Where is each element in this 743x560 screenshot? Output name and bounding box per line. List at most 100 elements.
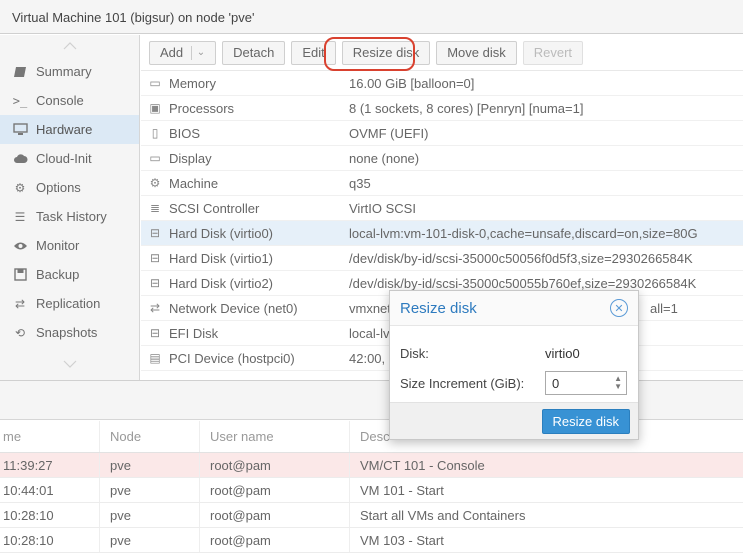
close-icon[interactable]: ✕ bbox=[610, 299, 628, 317]
task-time: 10:28:10 bbox=[0, 528, 100, 552]
exchange-icon: ⇄ bbox=[149, 301, 161, 315]
chevron-down-icon: ⌄ bbox=[191, 45, 205, 60]
sidebar-item-label: Hardware bbox=[36, 122, 93, 137]
cpu-icon: ▣ bbox=[149, 101, 161, 115]
hardware-value: /dev/disk/by-id/scsi-35000c50056f0d5f3,s… bbox=[349, 250, 693, 266]
cogs-icon: ⚙ bbox=[149, 176, 161, 190]
scroll-down-icon[interactable] bbox=[0, 353, 139, 375]
add-button-label: Add bbox=[160, 45, 184, 60]
sidebar-item-replication[interactable]: ⇄ Replication bbox=[0, 289, 139, 318]
hardware-value: local-lvm:vm-101-disk-0,cache=unsafe,dis… bbox=[349, 225, 698, 241]
edit-button[interactable]: Edit bbox=[291, 40, 336, 65]
task-description: VM 103 - Start bbox=[360, 532, 444, 548]
sidebar-item-label: Snapshots bbox=[36, 325, 98, 340]
task-node: pve bbox=[100, 478, 200, 502]
size-increment-input[interactable]: 0 ▲ ▼ bbox=[545, 371, 627, 395]
list-icon: ☰ bbox=[14, 209, 26, 224]
hdd-icon: ⊟ bbox=[149, 276, 161, 290]
resize-disk-submit-button[interactable]: Resize disk bbox=[541, 408, 630, 434]
detach-button[interactable]: Detach bbox=[222, 40, 286, 65]
retweet-icon: ⇄ bbox=[14, 296, 26, 311]
hardware-name: Memory bbox=[169, 75, 216, 91]
table-row[interactable]: ▯ BIOS OVMF (UEFI) bbox=[141, 121, 743, 146]
revert-button[interactable]: Revert bbox=[522, 40, 584, 65]
sidebar-item-backup[interactable]: Backup bbox=[0, 260, 139, 289]
table-row[interactable]: ▭ Display none (none) bbox=[141, 146, 743, 171]
size-increment-label: Size Increment (GiB): bbox=[400, 375, 525, 391]
table-row[interactable]: 10:28:10 pve root@pam VM 103 - Start bbox=[0, 528, 743, 553]
sidebar-item-label: Cloud-Init bbox=[36, 151, 92, 166]
sidebar-item-snapshots[interactable]: ⟲ Snapshots bbox=[0, 318, 139, 347]
eye-icon bbox=[12, 238, 28, 254]
hardware-name: PCI Device (hostpci0) bbox=[169, 350, 295, 366]
size-increment-value: 0 bbox=[552, 375, 560, 391]
table-row[interactable]: ⊟ Hard Disk (virtio1) /dev/disk/by-id/sc… bbox=[141, 246, 743, 271]
hdd-icon: ⊟ bbox=[149, 326, 161, 340]
sidebar-item-label: Replication bbox=[36, 296, 101, 311]
cloud-icon bbox=[12, 151, 28, 167]
hardware-name: SCSI Controller bbox=[169, 200, 260, 216]
table-row[interactable]: 11:39:27 pve root@pam VM/CT 101 - Consol… bbox=[0, 453, 743, 478]
task-user: root@pam bbox=[200, 478, 350, 502]
add-button[interactable]: Add ⌄ bbox=[149, 40, 217, 65]
floppy-icon bbox=[12, 267, 28, 283]
column-header-start-time[interactable]: me bbox=[0, 421, 100, 452]
task-log: me Node User name Desc 11:39:27 pve root… bbox=[0, 421, 743, 560]
hardware-value: q35 bbox=[349, 175, 371, 191]
table-row[interactable]: 10:44:01 pve root@pam VM 101 - Start bbox=[0, 478, 743, 503]
disk-label: Disk: bbox=[400, 345, 429, 361]
hardware-value: 16.00 GiB [balloon=0] bbox=[349, 75, 475, 91]
sidebar-item-hardware[interactable]: Hardware bbox=[0, 115, 139, 144]
sidebar-item-console[interactable]: >_ Console bbox=[0, 86, 139, 115]
sidebar-item-label: Backup bbox=[36, 267, 80, 282]
hardware-value: none (none) bbox=[349, 150, 420, 166]
disk-row: Disk: virtio0 bbox=[400, 340, 628, 366]
sidebar-item-summary[interactable]: Summary bbox=[0, 57, 139, 86]
sidebar-item-label: Task History bbox=[36, 209, 107, 224]
memory-icon: ▭ bbox=[149, 76, 161, 90]
column-header-node[interactable]: Node bbox=[100, 421, 200, 452]
task-node: pve bbox=[100, 528, 200, 552]
table-row[interactable]: ⊟ Hard Disk (virtio0) local-lvm:vm-101-d… bbox=[141, 221, 743, 246]
dialog-body: Disk: virtio0 Size Increment (GiB): 0 ▲ ▼ bbox=[390, 326, 638, 404]
task-node: pve bbox=[100, 453, 200, 477]
dialog-title: Resize disk bbox=[400, 299, 477, 317]
sidebar-item-task-history[interactable]: ☰ Task History bbox=[0, 202, 139, 231]
console-icon: >_ bbox=[12, 93, 28, 108]
sidebar: Summary >_ Console Hardware Cloud-Init ⚙… bbox=[0, 35, 140, 380]
chip-icon: ▯ bbox=[151, 126, 159, 140]
move-disk-button[interactable]: Move disk bbox=[436, 40, 517, 65]
sidebar-item-cloud-init[interactable]: Cloud-Init bbox=[0, 144, 139, 173]
task-time: 10:44:01 bbox=[0, 478, 100, 502]
task-time: 10:28:10 bbox=[0, 503, 100, 527]
sidebar-item-label: Console bbox=[36, 93, 84, 108]
table-row[interactable]: ▣ Processors 8 (1 sockets, 8 cores) [Pen… bbox=[141, 96, 743, 121]
hardware-name: Hard Disk (virtio2) bbox=[169, 275, 274, 291]
database-icon: ≣ bbox=[149, 201, 161, 215]
table-row[interactable]: ≣ SCSI Controller VirtIO SCSI bbox=[141, 196, 743, 221]
hardware-name: Network Device (net0) bbox=[169, 300, 298, 316]
sidebar-item-label: Summary bbox=[36, 64, 92, 79]
gear-icon: ⚙ bbox=[14, 180, 26, 195]
sidebar-item-label: Options bbox=[36, 180, 81, 195]
task-description: Start all VMs and Containers bbox=[360, 507, 526, 523]
task-description: VM 101 - Start bbox=[360, 482, 444, 498]
sidebar-item-options[interactable]: ⚙ Options bbox=[0, 173, 139, 202]
spinner-icon[interactable]: ▲ ▼ bbox=[614, 375, 622, 391]
scroll-up-icon[interactable] bbox=[0, 35, 139, 57]
hardware-value-tail: all=1 bbox=[650, 300, 678, 316]
sidebar-item-monitor[interactable]: Monitor bbox=[0, 231, 139, 260]
task-user: root@pam bbox=[200, 453, 350, 477]
hardware-name: BIOS bbox=[169, 125, 201, 141]
table-row[interactable]: ▭ Memory 16.00 GiB [balloon=0] bbox=[141, 71, 743, 96]
resize-disk-button[interactable]: Resize disk bbox=[341, 40, 431, 65]
task-user: root@pam bbox=[200, 503, 350, 527]
monitor-icon bbox=[12, 122, 28, 138]
table-row[interactable]: ⚙ Machine q35 bbox=[141, 171, 743, 196]
pci-card-icon: ▤ bbox=[149, 351, 161, 365]
table-row[interactable]: 10:28:10 pve root@pam Start all VMs and … bbox=[0, 503, 743, 528]
column-header-user[interactable]: User name bbox=[200, 421, 350, 452]
task-node: pve bbox=[100, 503, 200, 527]
hardware-value: /dev/disk/by-id/scsi-35000c50055b760ef,s… bbox=[349, 275, 697, 291]
sidebar-item-label: Monitor bbox=[36, 238, 80, 253]
